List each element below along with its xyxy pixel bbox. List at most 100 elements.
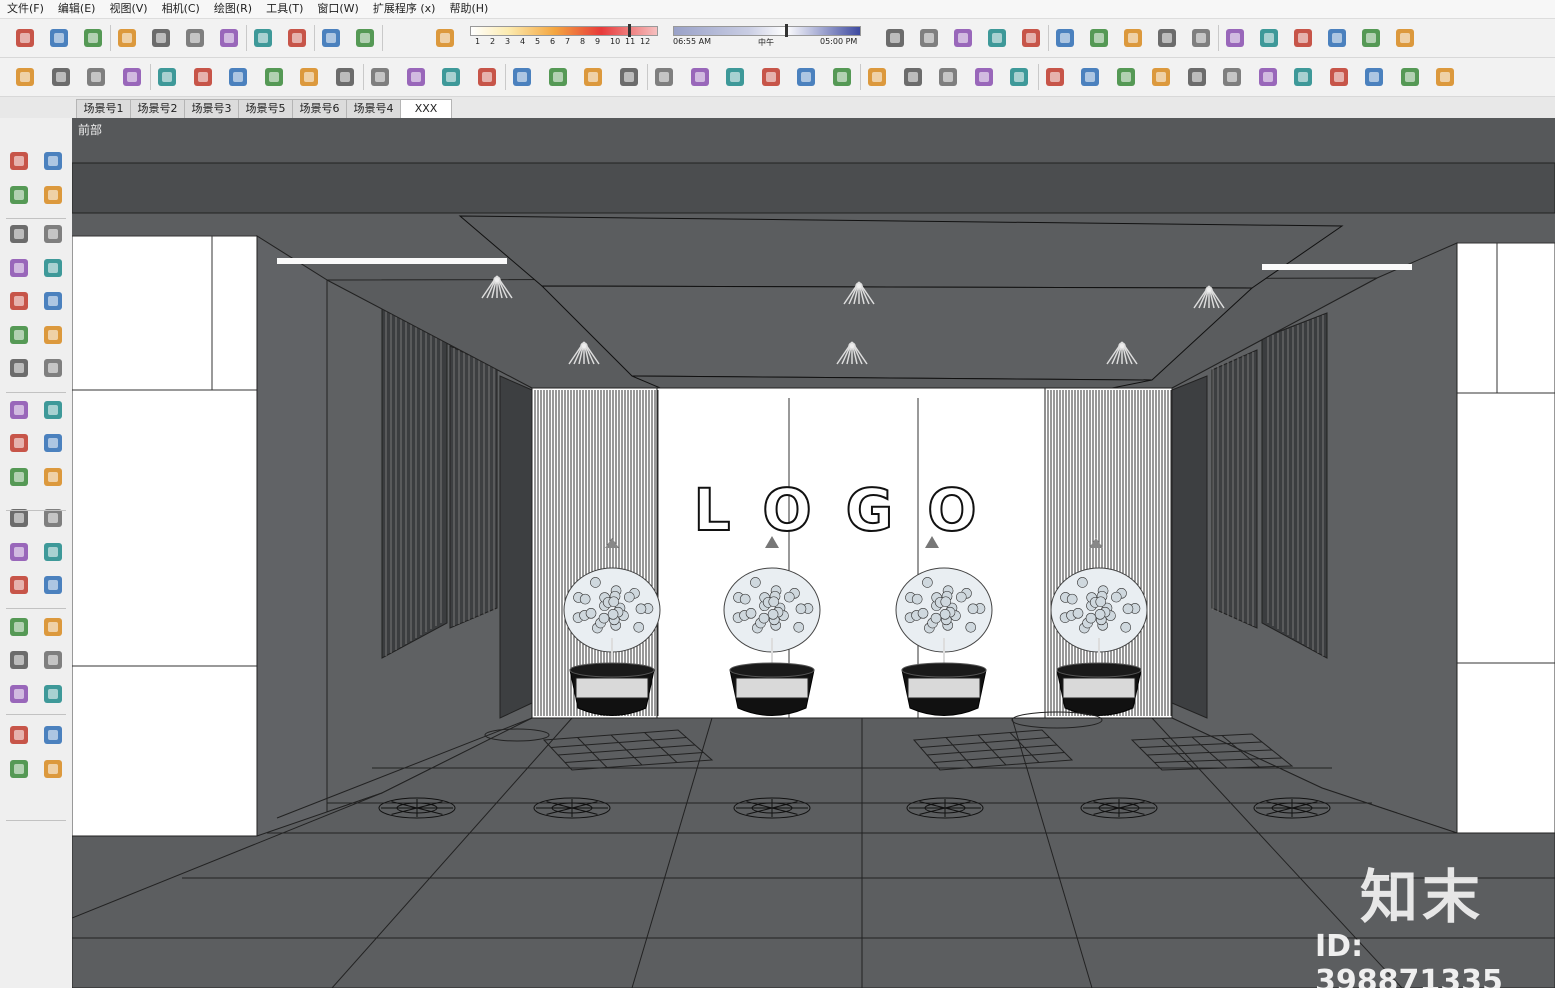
push-pull-icon[interactable] — [40, 397, 66, 423]
tree-icon[interactable] — [261, 64, 287, 90]
follow-me-icon[interactable] — [40, 430, 66, 456]
component-make-icon[interactable] — [40, 148, 66, 174]
iso-view-icon[interactable] — [1018, 25, 1044, 51]
walk-icon[interactable] — [6, 722, 32, 748]
eraser-icon[interactable] — [40, 182, 66, 208]
shadow-month-slider[interactable]: 1 2 3 4 5 6 7 8 9 10 11 12 — [470, 24, 658, 52]
layout3-icon[interactable] — [722, 64, 748, 90]
pie-icon[interactable] — [40, 322, 66, 348]
tape-measure-icon[interactable] — [6, 505, 32, 531]
cut-icon[interactable] — [114, 25, 140, 51]
photo-icon[interactable] — [154, 64, 180, 90]
scene-tab[interactable]: 场景号6 — [292, 99, 347, 118]
plugin-icon[interactable] — [225, 64, 251, 90]
spot-icon[interactable] — [1326, 64, 1352, 90]
rotated-rect-icon[interactable] — [40, 255, 66, 281]
select-icon[interactable] — [6, 148, 32, 174]
scene-tab[interactable]: 场景号5 — [238, 99, 293, 118]
plane-icon[interactable] — [1042, 64, 1068, 90]
settings-icon[interactable] — [296, 64, 322, 90]
layout5-icon[interactable] — [793, 64, 819, 90]
sun-icon[interactable] — [1361, 64, 1387, 90]
menu-item-1[interactable]: 编辑(E) — [51, 0, 103, 18]
offset-icon[interactable] — [40, 464, 66, 490]
undo-icon[interactable] — [250, 25, 276, 51]
xray-icon[interactable] — [916, 25, 942, 51]
zoom-extents-icon[interactable] — [6, 681, 32, 707]
info-icon[interactable] — [474, 64, 500, 90]
3d-text-icon[interactable] — [40, 572, 66, 598]
menu-item-7[interactable]: 扩展程序 (x) — [366, 0, 443, 18]
hidden-line-icon[interactable] — [1256, 25, 1282, 51]
cube-frame-icon[interactable] — [1113, 64, 1139, 90]
box-icon[interactable] — [1077, 64, 1103, 90]
new-model-icon[interactable] — [12, 25, 38, 51]
circle-icon[interactable] — [6, 288, 32, 314]
copy-icon[interactable] — [148, 25, 174, 51]
section-icon[interactable] — [1392, 25, 1418, 51]
top-view-icon[interactable] — [1052, 25, 1078, 51]
layout2-icon[interactable] — [687, 64, 713, 90]
textured-style-icon[interactable] — [1324, 25, 1350, 51]
rectangle-icon[interactable] — [6, 255, 32, 281]
light-icon[interactable] — [1006, 64, 1032, 90]
globe-icon[interactable] — [864, 64, 890, 90]
protractor-icon[interactable] — [6, 539, 32, 565]
scene-tab[interactable]: 场景号1 — [76, 99, 131, 118]
erase-icon[interactable] — [216, 25, 242, 51]
shadow-toggle-icon[interactable] — [432, 25, 458, 51]
component-icon[interactable] — [12, 64, 38, 90]
previous-view-icon[interactable] — [40, 681, 66, 707]
menu-item-2[interactable]: 视图(V) — [102, 0, 154, 18]
dimension-icon[interactable] — [40, 505, 66, 531]
shadow-month-thumb[interactable] — [628, 24, 631, 37]
eye-sliders-icon[interactable] — [403, 64, 429, 90]
pan-icon[interactable] — [40, 614, 66, 640]
scale-icon[interactable] — [6, 464, 32, 490]
dome-icon[interactable] — [1397, 64, 1423, 90]
mesh-icon[interactable] — [1432, 64, 1458, 90]
arc3-icon[interactable] — [40, 355, 66, 381]
menu-item-5[interactable]: 工具(T) — [259, 0, 310, 18]
shaded-icon[interactable] — [950, 25, 976, 51]
lamp-icon[interactable] — [1219, 64, 1245, 90]
position-camera-icon[interactable] — [40, 756, 66, 782]
sound-icon[interactable] — [332, 64, 358, 90]
shadow-time-slider[interactable]: 06:55 AM 中午 05:00 PM — [673, 24, 861, 52]
paste-icon[interactable] — [182, 25, 208, 51]
shaded-style-icon[interactable] — [1290, 25, 1316, 51]
model-viewport[interactable]: LOGO 前部 知末 ID: 398871335 — [72, 118, 1555, 988]
image-import-icon[interactable] — [545, 64, 571, 90]
sphere-light-icon[interactable] — [1255, 64, 1281, 90]
hand-teapot-icon[interactable] — [971, 64, 997, 90]
chat-icon[interactable] — [438, 64, 464, 90]
arc-icon[interactable] — [6, 322, 32, 348]
left-view-icon[interactable] — [1188, 25, 1214, 51]
arc2-icon[interactable] — [6, 355, 32, 381]
web-icon[interactable] — [616, 64, 642, 90]
rotate-icon[interactable] — [6, 430, 32, 456]
v-ray-icon[interactable] — [900, 64, 926, 90]
scene-tab[interactable]: 场景号3 — [184, 99, 239, 118]
save-icon[interactable] — [80, 25, 106, 51]
polygon-icon[interactable] — [40, 288, 66, 314]
orbit-tool-icon[interactable] — [6, 614, 32, 640]
zoom-window-icon[interactable] — [40, 647, 66, 673]
redo-icon[interactable] — [284, 25, 310, 51]
right-view-icon[interactable] — [1120, 25, 1146, 51]
footprint-icon[interactable] — [6, 756, 32, 782]
freehand-icon[interactable] — [40, 221, 66, 247]
exe-icon[interactable] — [580, 64, 606, 90]
open-icon[interactable] — [46, 25, 72, 51]
text-icon[interactable] — [40, 539, 66, 565]
orbit-icon[interactable] — [882, 25, 908, 51]
scene-tab[interactable]: 场景号4 — [346, 99, 401, 118]
layout4-icon[interactable] — [758, 64, 784, 90]
lock-icon[interactable] — [1184, 64, 1210, 90]
menu-item-8[interactable]: 帮助(H) — [442, 0, 495, 18]
shadow-time-thumb[interactable] — [785, 24, 788, 37]
layout1-icon[interactable] — [651, 64, 677, 90]
monochrome-icon[interactable] — [1358, 25, 1384, 51]
scene-tab[interactable]: XXX — [400, 99, 452, 118]
texture-icon[interactable] — [984, 25, 1010, 51]
